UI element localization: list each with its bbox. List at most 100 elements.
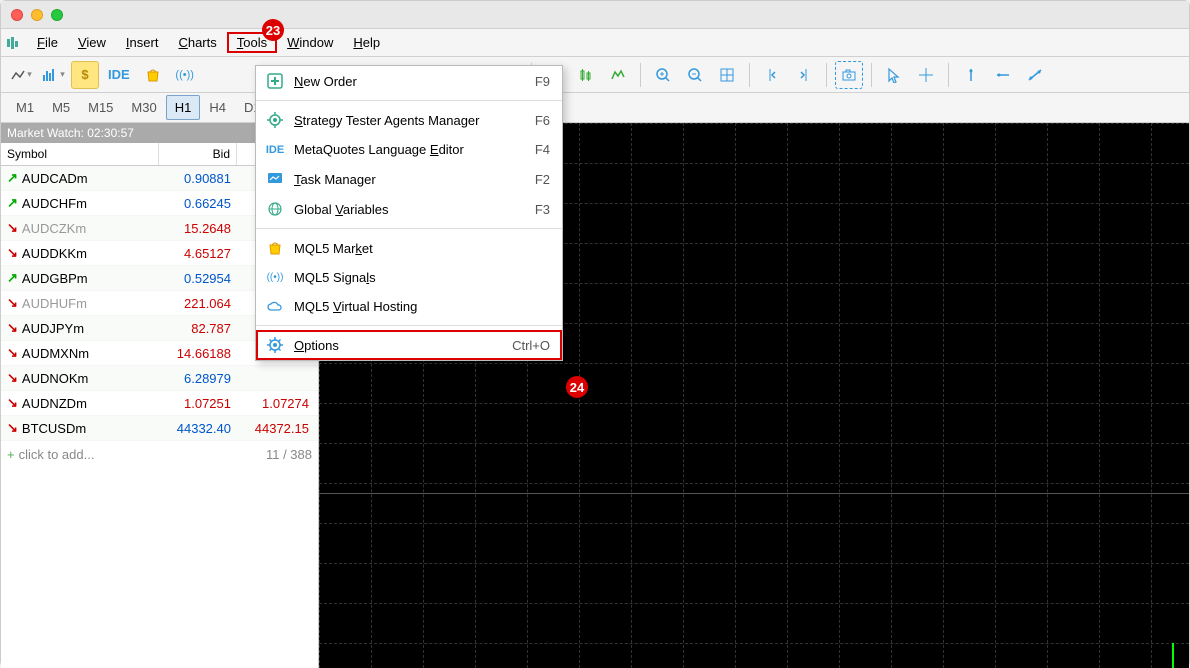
symbol-count: 11 / 388 — [266, 447, 312, 462]
close-window-icon[interactable] — [11, 9, 23, 21]
annotation-24: 24 — [566, 376, 588, 398]
menu-charts[interactable]: Charts — [168, 32, 226, 53]
minimize-window-icon[interactable] — [31, 9, 43, 21]
bid-value: 44332.40 — [159, 421, 237, 436]
plus-box-icon — [266, 73, 284, 89]
chart-bars-icon[interactable]: ▾ — [39, 61, 67, 89]
market-watch-row[interactable]: AUDNZDm1.072511.07274 — [1, 391, 318, 416]
symbol-name: AUDCZKm — [22, 221, 86, 236]
menu-item-label: MQL5 Market — [294, 241, 540, 256]
header-symbol[interactable]: Symbol — [1, 143, 159, 165]
symbol-name: AUDJPYm — [22, 321, 84, 336]
timeframe-m5[interactable]: M5 — [43, 95, 79, 120]
separator — [871, 63, 872, 87]
menu-file[interactable]: File — [27, 32, 68, 53]
cursor-icon[interactable] — [880, 61, 908, 89]
menu-item-mql5-market[interactable]: MQL5 Market — [256, 233, 562, 263]
bid-value: 0.90881 — [159, 171, 237, 186]
trendline-icon[interactable] — [1021, 61, 1049, 89]
monitor-icon — [266, 171, 284, 187]
bid-value: 221.064 — [159, 296, 237, 311]
ask-value: 1.07274 — [237, 396, 315, 411]
menu-item-label: New Order — [294, 74, 525, 89]
bid-value: 0.52954 — [159, 271, 237, 286]
arrow-down-icon — [7, 245, 18, 261]
menu-item-label: MQL5 Signals — [294, 270, 540, 285]
separator — [948, 63, 949, 87]
menu-item-global-variables[interactable]: Global VariablesF3 — [256, 194, 562, 224]
market-watch-row[interactable]: AUDNOKm 6.28979 — [1, 366, 318, 391]
market-bag-icon[interactable] — [139, 61, 167, 89]
bid-value: 0.66245 — [159, 196, 237, 211]
crosshair-icon[interactable] — [912, 61, 940, 89]
symbol-name: AUDMXNm — [22, 346, 89, 361]
separator — [826, 63, 827, 87]
timeframe-m15[interactable]: M15 — [79, 95, 122, 120]
menu-item-mql5-signals[interactable]: ((•))MQL5 Signals — [256, 263, 562, 292]
menu-item-shortcut: Ctrl+O — [512, 338, 550, 353]
symbol-name: AUDGBPm — [22, 271, 88, 286]
header-bid[interactable]: Bid — [159, 143, 237, 165]
timeframe-m30[interactable]: M30 — [122, 95, 165, 120]
workspace: Market Watch: 02:30:57 Symbol Bid Ask AU… — [1, 123, 1189, 668]
bid-value: 82.787 — [159, 321, 237, 336]
signals-icon[interactable]: ((•)) — [171, 61, 199, 89]
timeframe-h4[interactable]: H4 — [200, 95, 235, 120]
candles-icon[interactable] — [572, 61, 600, 89]
menu-item-label: MQL5 Virtual Hosting — [294, 299, 540, 314]
menu-item-shortcut: F3 — [535, 202, 550, 217]
menu-window[interactable]: Window — [277, 32, 343, 53]
line-chart-icon[interactable] — [604, 61, 632, 89]
vertical-line-icon[interactable] — [957, 61, 985, 89]
arrow-down-icon — [7, 295, 18, 311]
grid-icon[interactable] — [713, 61, 741, 89]
arrow-down-icon — [7, 220, 18, 236]
arrow-down-icon — [7, 320, 18, 336]
menu-item-metaquotes-language-editor[interactable]: IDEMetaQuotes Language EditorF4 — [256, 135, 562, 164]
market-watch-add-row[interactable]: + click to add... 11 / 388 — [1, 441, 318, 468]
menu-item-strategy-tester-agents-manager[interactable]: Strategy Tester Agents ManagerF6 — [256, 105, 562, 135]
market-watch-row[interactable]: BTCUSDm44332.4044372.15 — [1, 416, 318, 441]
ask-line — [319, 493, 1189, 494]
separator — [749, 63, 750, 87]
arrow-up-icon — [7, 270, 18, 286]
add-label: click to add... — [19, 447, 95, 462]
ide-button[interactable]: IDE — [103, 61, 135, 89]
symbol-name: AUDCADm — [22, 171, 88, 186]
zoom-in-icon[interactable] — [649, 61, 677, 89]
menu-help[interactable]: Help — [343, 32, 390, 53]
gear-green-icon — [266, 112, 284, 128]
menu-item-mql5-virtual-hosting[interactable]: MQL5 Virtual Hosting — [256, 292, 562, 321]
menu-item-task-manager[interactable]: Task ManagerF2 — [256, 164, 562, 194]
menu-item-label: Strategy Tester Agents Manager — [294, 113, 525, 128]
menu-separator — [256, 228, 562, 229]
zoom-out-icon[interactable] — [681, 61, 709, 89]
menu-insert[interactable]: Insert — [116, 32, 169, 53]
horizontal-line-icon[interactable] — [989, 61, 1017, 89]
plus-icon: + — [7, 447, 15, 462]
menu-item-shortcut: F9 — [535, 74, 550, 89]
camera-icon[interactable] — [835, 61, 863, 89]
symbol-name: BTCUSDm — [22, 421, 86, 436]
traffic-lights — [11, 9, 63, 21]
main-toolbar: ▾ ▾ $ IDE ((•)) — [1, 57, 1189, 93]
candle-icon — [1172, 643, 1174, 668]
symbol-name: AUDHUFm — [22, 296, 87, 311]
dollar-icon[interactable]: $ — [71, 61, 99, 89]
menu-item-new-order[interactable]: New Order F9 — [256, 66, 562, 96]
symbol-name: AUDNOKm — [22, 371, 88, 386]
cloud-icon — [266, 300, 284, 314]
timeframe-h1[interactable]: H1 — [166, 95, 201, 120]
menu-view[interactable]: View — [68, 32, 116, 53]
maximize-window-icon[interactable] — [51, 9, 63, 21]
bid-value: 6.28979 — [159, 371, 237, 386]
annotation-23: 23 — [262, 19, 284, 41]
scroll-right-icon[interactable] — [790, 61, 818, 89]
timeframe-m1[interactable]: M1 — [7, 95, 43, 120]
chart-line-icon[interactable]: ▾ — [7, 61, 35, 89]
menu-item-label: MetaQuotes Language Editor — [294, 142, 525, 157]
arrow-down-icon — [7, 395, 18, 411]
bag-icon — [266, 240, 284, 256]
scroll-left-icon[interactable] — [758, 61, 786, 89]
menu-item-options[interactable]: OptionsCtrl+O — [256, 330, 562, 360]
